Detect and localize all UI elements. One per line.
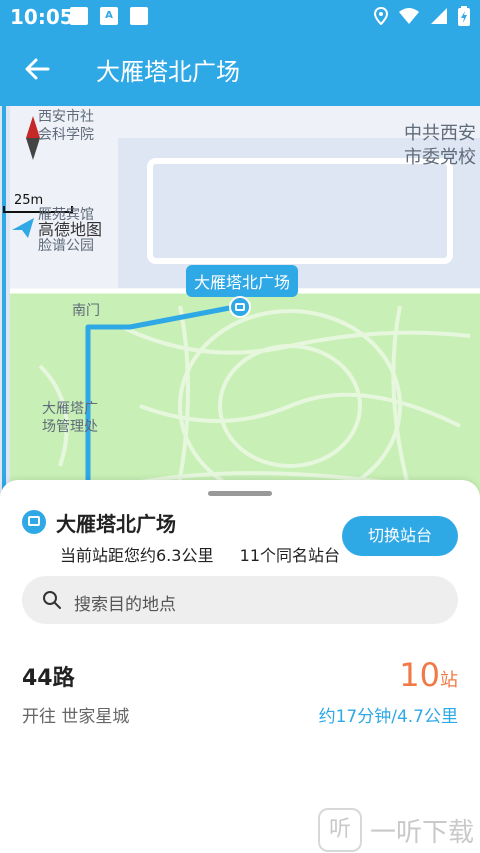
search-placeholder: 搜索目的地点 bbox=[74, 595, 176, 615]
route-direction: 开往 世家星城 bbox=[22, 707, 130, 727]
stop-info-sheet: 大雁塔北广场 当前站距您约6.3公里 11个同名站台 切换站台 搜索目的地点 4… bbox=[0, 480, 480, 853]
stops-count: 10 bbox=[399, 656, 440, 694]
stop-distance-info: 当前站距您约6.3公里 11个同名站台 bbox=[60, 542, 340, 566]
map-label-south-gate: 南门 bbox=[72, 303, 100, 319]
destination-search[interactable]: 搜索目的地点 bbox=[22, 576, 458, 624]
notification-icon bbox=[70, 7, 88, 25]
drag-handle[interactable] bbox=[208, 491, 272, 496]
watermark-logo-icon: 听 bbox=[318, 808, 362, 852]
status-bar: 10:05 A bbox=[0, 0, 480, 32]
wifi-icon bbox=[399, 8, 419, 24]
map-label-party-school: 中共西安 市委党校 bbox=[404, 123, 476, 168]
route-eta: 约17分钟/4.7公里 bbox=[318, 707, 458, 727]
page-title: 大雁塔北广场 bbox=[96, 58, 240, 86]
map-logo: 高德地图 bbox=[38, 220, 103, 239]
map-label-academy: 西安市社 会科学院 bbox=[38, 109, 94, 143]
route-number[interactable]: 44路 bbox=[22, 660, 75, 692]
notification-icon bbox=[130, 7, 148, 25]
notification-a-icon: A bbox=[100, 7, 118, 25]
location-icon bbox=[374, 7, 388, 25]
station-bubble[interactable]: 大雁塔北广场 bbox=[186, 265, 299, 297]
map-view[interactable]: 西安市社 会科学院 雁苑宾馆 脸谱公园 中共西安 市委党校 南门 大雁塔广 场管… bbox=[0, 106, 480, 526]
switch-stop-button[interactable]: 切换站台 bbox=[342, 516, 458, 556]
back-arrow-icon[interactable] bbox=[22, 54, 52, 84]
app-bar: 大雁塔北广场 bbox=[0, 32, 480, 106]
status-icons bbox=[374, 6, 470, 26]
same-name-stops: 11个同名站台 bbox=[239, 546, 341, 565]
battery-icon bbox=[458, 6, 470, 26]
signal-icon bbox=[431, 8, 447, 24]
map-label-square-office: 大雁塔广 场管理处 bbox=[42, 401, 98, 435]
stop-distance: 当前站距您约6.3公里 bbox=[60, 546, 214, 565]
bus-stop-icon bbox=[22, 510, 46, 534]
watermark-text: 一听下载 bbox=[370, 817, 475, 848]
map-scale: 25m bbox=[14, 193, 44, 208]
search-icon bbox=[43, 591, 61, 609]
stop-name: 大雁塔北广场 bbox=[56, 512, 176, 536]
bus-stop-marker-icon[interactable] bbox=[229, 296, 251, 318]
watermark: 听 一听下载 bbox=[318, 808, 474, 852]
stops-away: 10站 bbox=[399, 656, 458, 694]
stops-unit: 站 bbox=[440, 670, 458, 691]
status-time: 10:05 bbox=[10, 5, 74, 29]
